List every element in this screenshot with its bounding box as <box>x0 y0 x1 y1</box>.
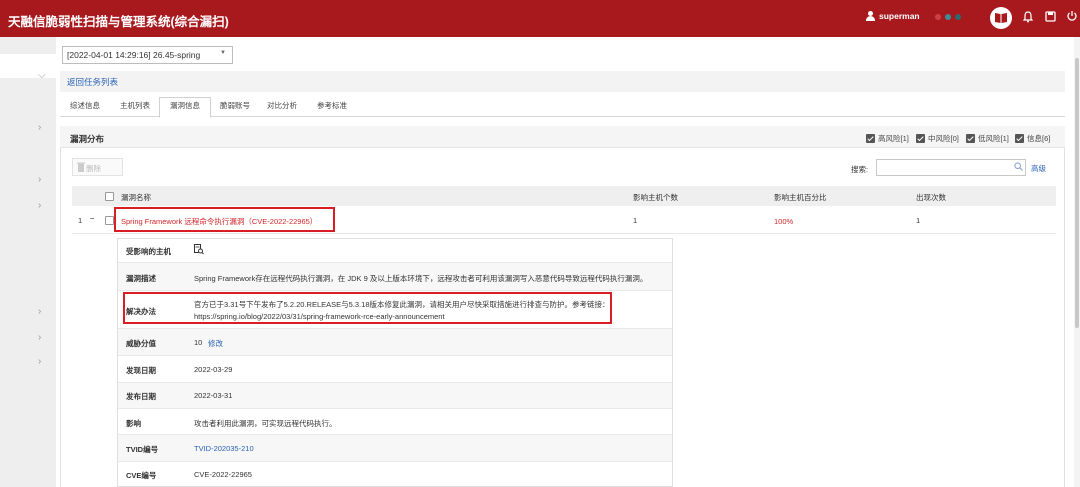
chevron-down-icon[interactable]: ⌵ <box>38 70 46 81</box>
cve-value: CVE-2022-22965 <box>194 470 252 479</box>
search-input[interactable] <box>876 159 1026 176</box>
highlight-box <box>123 292 612 324</box>
search-icon[interactable] <box>1014 162 1023 171</box>
tab-overview[interactable]: 综述信息 <box>70 100 100 111</box>
impact-label: 影响 <box>126 419 141 428</box>
affected-hosts-label: 受影响的主机 <box>126 247 171 256</box>
row-index: 1 <box>78 216 83 225</box>
caret-down-icon: ▼ <box>220 50 226 56</box>
status-dot <box>945 14 951 20</box>
chevron-right-icon[interactable]: › <box>38 306 41 317</box>
top-bar: 天融信脆弱性扫描与管理系统(综合漏扫) superman <box>0 0 1080 37</box>
chevron-right-icon[interactable]: › <box>38 200 41 211</box>
delete-label: 删除 <box>86 164 101 173</box>
user-menu[interactable]: superman <box>866 11 920 21</box>
legend-medium[interactable]: 中风险[0] <box>916 133 959 144</box>
username: superman <box>879 11 920 21</box>
legend-info-label: 信息[6] <box>1027 134 1051 143</box>
highlight-box <box>114 207 335 232</box>
chevron-right-icon[interactable]: › <box>38 356 41 367</box>
app-title: 天融信脆弱性扫描与管理系统(综合漏扫) <box>8 15 229 29</box>
chevron-right-icon[interactable]: › <box>38 122 41 133</box>
advanced-search-link[interactable]: 高级 <box>1031 163 1046 174</box>
tab-vuln-info[interactable]: 漏洞信息 <box>170 100 200 111</box>
task-select-value: [2022-04-01 14:29:16] 26.45-spring <box>67 50 201 60</box>
description-label: 漏洞描述 <box>126 274 156 283</box>
checkbox-checked-icon <box>1015 134 1024 143</box>
legend-low-label: 低风险[1] <box>978 134 1009 143</box>
scrollbar-thumb[interactable] <box>1075 58 1079 328</box>
save-icon[interactable] <box>1045 11 1056 24</box>
table-header <box>72 186 1056 206</box>
status-dot <box>935 14 941 20</box>
tab-host-list[interactable]: 主机列表 <box>120 100 150 111</box>
impact-value: 攻击者利用此漏洞，可实现远程代码执行。 <box>194 419 337 428</box>
back-to-task-list-link[interactable]: 返回任务列表 <box>67 76 118 88</box>
chevron-right-icon[interactable]: › <box>38 332 41 343</box>
col-affected-percent[interactable]: 影响主机百分比 <box>774 192 827 203</box>
left-nav-rail <box>0 37 56 487</box>
tvid-label: TVID编号 <box>126 445 159 454</box>
left-nav-selected[interactable] <box>0 54 56 78</box>
user-icon <box>866 11 875 21</box>
trash-icon <box>77 162 85 172</box>
publish-date-value: 2022-03-31 <box>194 391 233 400</box>
host-search-icon[interactable] <box>194 244 204 255</box>
legend-info[interactable]: 信息[6] <box>1015 133 1050 144</box>
book-icon[interactable] <box>990 7 1012 29</box>
tab-compare[interactable]: 对比分析 <box>267 100 297 111</box>
legend-medium-label: 中风险[0] <box>928 134 959 143</box>
legend-high[interactable]: 高风险[1] <box>866 133 909 144</box>
discover-date-label: 发现日期 <box>126 366 156 375</box>
checkbox-checked-icon <box>866 134 875 143</box>
affected-hosts-value: 1 <box>633 216 638 225</box>
power-icon[interactable] <box>1066 10 1078 24</box>
select-all-checkbox[interactable] <box>105 192 114 201</box>
threat-score-label: 威胁分值 <box>126 339 156 348</box>
legend-low[interactable]: 低风险[1] <box>966 133 1009 144</box>
panel-title: 漏洞分布 <box>70 134 105 144</box>
occurrences-value: 1 <box>916 216 921 225</box>
col-vuln-name[interactable]: 漏洞名称 <box>121 192 151 203</box>
row-checkbox[interactable] <box>105 216 114 225</box>
cve-label: CVE编号 <box>126 471 157 480</box>
affected-percent-value: 100% <box>774 217 794 226</box>
discover-date-value: 2022-03-29 <box>194 365 233 374</box>
description-value: Spring Framework存在远程代码执行漏洞，在 JDK 9 及以上版本… <box>194 274 648 283</box>
collapse-icon[interactable]: − <box>90 214 94 223</box>
col-occurrences[interactable]: 出现次数 <box>916 192 946 203</box>
threat-score-value: 10 <box>194 338 203 347</box>
legend-high-label: 高风险[1] <box>878 134 909 143</box>
col-affected-hosts[interactable]: 影响主机个数 <box>633 192 678 203</box>
tvid-link[interactable]: TVID-202035-210 <box>194 444 254 453</box>
delete-button[interactable]: 删除 <box>72 158 123 176</box>
checkbox-checked-icon <box>916 134 925 143</box>
panel-header <box>60 126 1065 148</box>
tab-weak-accounts[interactable]: 脆弱账号 <box>220 100 250 111</box>
checkbox-checked-icon <box>966 134 975 143</box>
chevron-right-icon[interactable]: › <box>38 174 41 185</box>
status-dot <box>955 14 961 20</box>
publish-date-label: 发布日期 <box>126 392 156 401</box>
task-select[interactable]: [2022-04-01 14:29:16] 26.45-spring ▼ <box>62 46 233 64</box>
search-label: 搜索: <box>851 165 869 174</box>
bell-icon[interactable] <box>1022 11 1034 25</box>
edit-threat-link[interactable]: 修改 <box>208 338 223 349</box>
tab-reference[interactable]: 参考标准 <box>317 100 347 111</box>
back-bar <box>60 71 1065 92</box>
status-dots <box>935 14 961 20</box>
